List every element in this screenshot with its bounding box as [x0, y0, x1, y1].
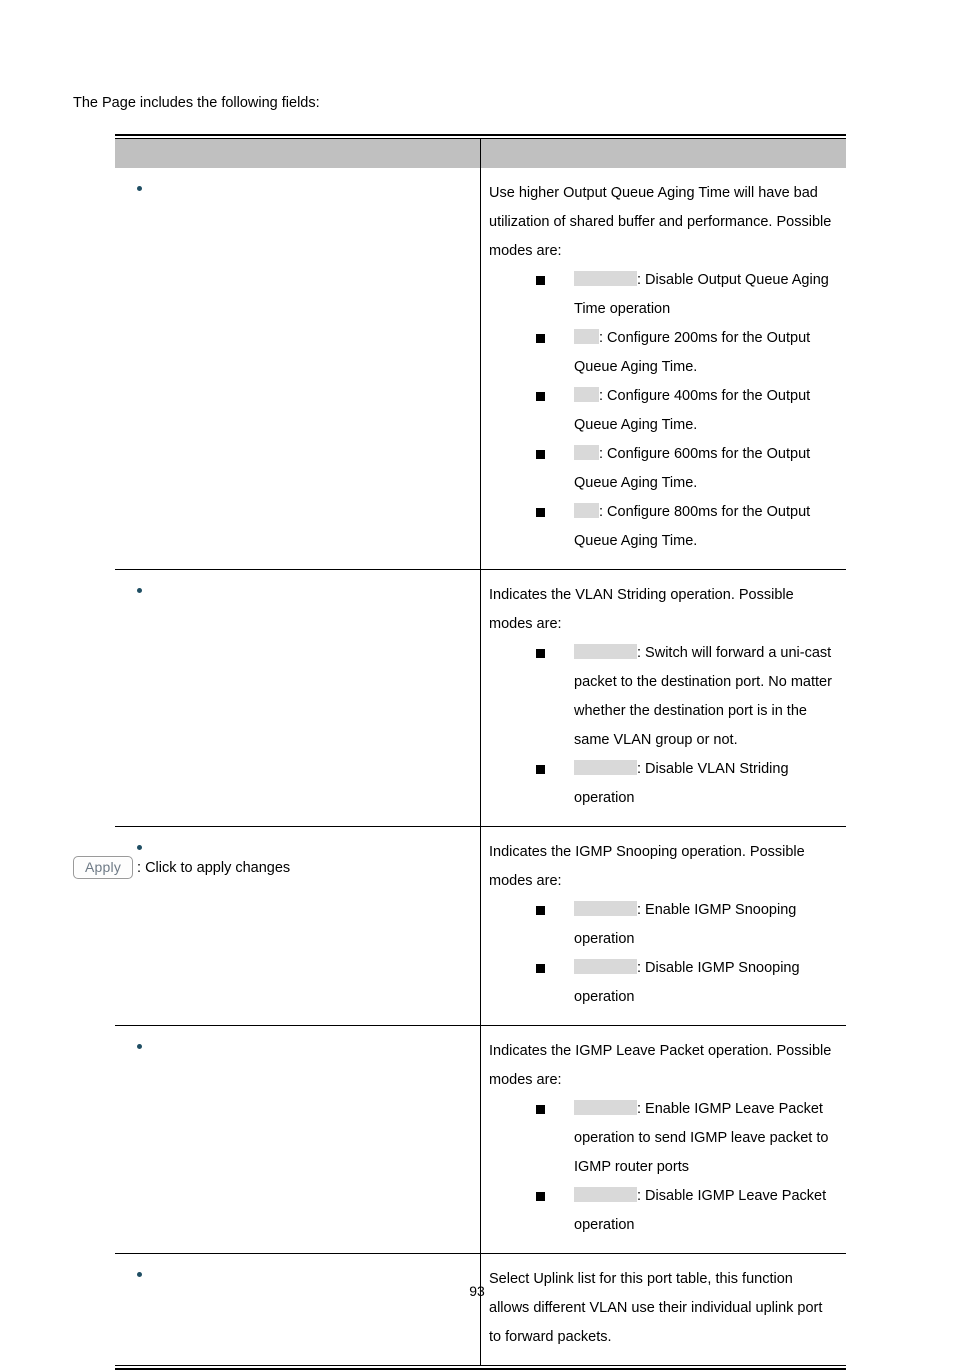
row-description-cell: Use higher Output Queue Aging Time will … — [480, 168, 846, 570]
table-row: Indicates the VLAN Striding operation. P… — [115, 569, 846, 827]
mode-item: : Configure 200ms for the Output Queue A… — [536, 324, 836, 382]
mode-item: : Switch will forward a uni-cast packet … — [536, 639, 836, 755]
value-chip — [574, 760, 637, 775]
header-cell-object — [115, 139, 481, 168]
field-label — [127, 1265, 472, 1285]
row-label-cell — [115, 569, 481, 827]
row-description-cell: Indicates the IGMP Snooping operation. P… — [480, 826, 846, 1026]
mode-item: : Disable IGMP Snooping operation — [536, 954, 836, 1012]
mode-item: : Configure 600ms for the Output Queue A… — [536, 440, 836, 498]
value-chip — [574, 387, 599, 402]
field-description: Indicates the IGMP Leave Packet operatio… — [489, 1043, 832, 1088]
mode-text: : Switch will forward a uni-cast packet … — [574, 645, 832, 748]
mode-list: : Enable IGMP Leave Packet operation to … — [489, 1095, 836, 1240]
row-label-cell — [115, 1025, 481, 1254]
fields-table-body: Use higher Output Queue Aging Time will … — [115, 139, 846, 1365]
field-label — [127, 838, 472, 858]
mode-list: : Enable IGMP Snooping operation : Disab… — [489, 896, 836, 1012]
value-chip — [574, 503, 599, 518]
fields-table: Use higher Output Queue Aging Time will … — [115, 139, 846, 1365]
row-description-cell: Indicates the IGMP Leave Packet operatio… — [480, 1025, 846, 1254]
table-bottom-rule — [115, 1365, 846, 1370]
value-chip — [574, 445, 599, 460]
value-chip — [574, 329, 599, 344]
row-description-cell: Indicates the VLAN Striding operation. P… — [480, 569, 846, 827]
table-row: Indicates the IGMP Leave Packet operatio… — [115, 1025, 846, 1254]
apply-legend: Apply : Click to apply changes — [73, 856, 290, 879]
value-chip — [574, 644, 637, 659]
value-chip — [574, 959, 637, 974]
value-chip — [574, 271, 637, 286]
intro-text: The Page includes the following fields: — [73, 95, 320, 111]
mode-item: : Configure 400ms for the Output Queue A… — [536, 382, 836, 440]
apply-button[interactable]: Apply — [73, 856, 134, 879]
row-description-cell: Select Uplink list for this port table, … — [481, 1254, 847, 1366]
table-row: Use higher Output Queue Aging Time will … — [115, 168, 846, 570]
field-label — [127, 1037, 472, 1057]
table-row: Select Uplink list for this port table, … — [115, 1253, 847, 1366]
row-label-cell — [115, 168, 481, 570]
field-description: Select Uplink list for this port table, … — [489, 1271, 823, 1345]
field-description: Indicates the IGMP Snooping operation. P… — [489, 844, 805, 889]
mode-item: : Configure 800ms for the Output Queue A… — [536, 498, 836, 556]
field-label — [127, 581, 472, 601]
document-page: The Page includes the following fields: … — [0, 0, 954, 1370]
mode-text: : Configure 400ms for the Output Queue A… — [574, 388, 811, 433]
mode-item: : Disable VLAN Striding operation — [536, 755, 836, 813]
page-number: 93 — [469, 1283, 485, 1299]
mode-text: : Configure 200ms for the Output Queue A… — [574, 330, 811, 375]
value-chip — [574, 901, 637, 916]
field-description: Indicates the VLAN Striding operation. P… — [489, 587, 794, 632]
mode-list: : Disable Output Queue Aging Time operat… — [489, 266, 836, 556]
mode-text: : Configure 800ms for the Output Queue A… — [574, 504, 811, 549]
field-label — [127, 179, 472, 199]
value-chip — [574, 1187, 637, 1202]
mode-item: : Disable Output Queue Aging Time operat… — [536, 266, 836, 324]
field-description: Use higher Output Queue Aging Time will … — [489, 185, 832, 259]
mode-item: : Disable IGMP Leave Packet operation — [536, 1182, 836, 1240]
mode-item: : Enable IGMP Leave Packet operation to … — [536, 1095, 836, 1182]
mode-text: : Configure 600ms for the Output Queue A… — [574, 446, 811, 491]
mode-list: : Switch will forward a uni-cast packet … — [489, 639, 836, 813]
value-chip — [574, 1100, 637, 1115]
header-cell-description — [480, 139, 846, 168]
mode-item: : Enable IGMP Snooping operation — [536, 896, 836, 954]
apply-caption: : Click to apply changes — [137, 860, 291, 876]
fields-table-container: Use higher Output Queue Aging Time will … — [115, 134, 846, 1370]
table-header-row — [115, 139, 846, 168]
row-label-cell — [115, 1253, 481, 1365]
